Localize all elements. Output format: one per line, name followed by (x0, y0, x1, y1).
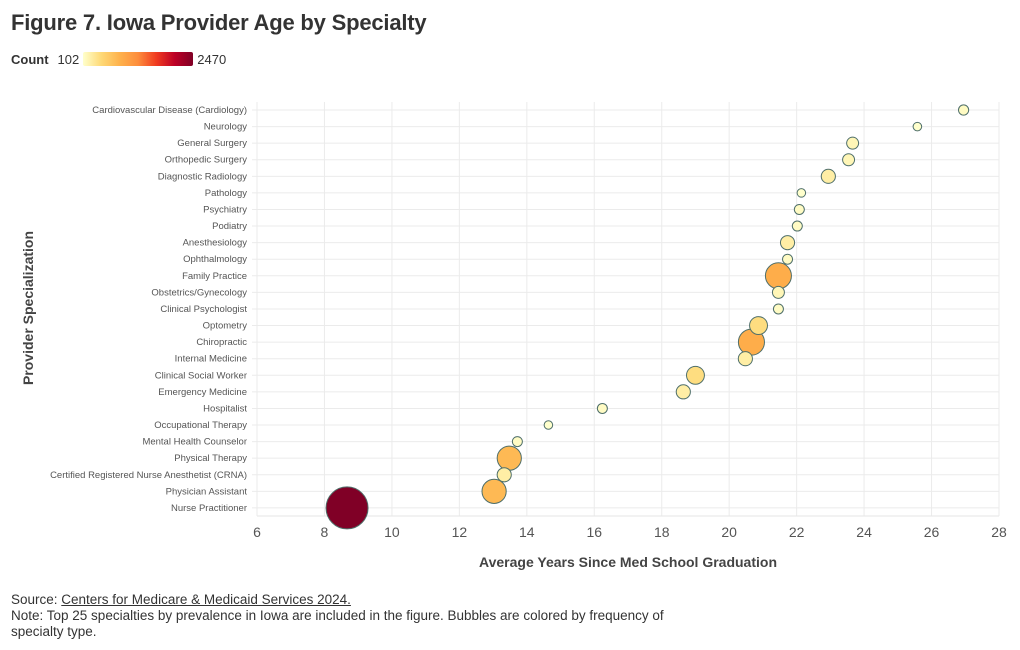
source-prefix: Source: (11, 592, 62, 607)
x-tick-label: 16 (586, 524, 602, 540)
bubble[interactable] (957, 104, 970, 116)
y-tick-label: Optometry (203, 321, 248, 332)
bubble[interactable] (496, 467, 512, 483)
bubble[interactable] (782, 253, 794, 265)
y-tick-label: Obstetrics/Gynecology (151, 287, 247, 298)
y-tick-label: Anesthesiology (183, 238, 248, 249)
x-tick-label: 28 (991, 524, 1007, 540)
y-tick-label: Mental Health Counselor (142, 437, 247, 448)
bubble[interactable] (912, 121, 923, 132)
y-tick-label: General Surgery (177, 138, 247, 149)
bubble[interactable] (325, 486, 369, 530)
x-tick-label: 20 (721, 524, 737, 540)
y-tick-label: Podiatry (212, 221, 247, 232)
note-text: Note: Top 25 specialties by prevalence i… (11, 608, 664, 639)
bubble[interactable] (543, 420, 554, 430)
bubble[interactable] (764, 262, 792, 290)
y-tick-label: Emergency Medicine (158, 387, 247, 398)
x-tick-label: 12 (452, 524, 468, 540)
y-tick-label: Physical Therapy (174, 453, 247, 464)
bubble[interactable] (791, 220, 803, 232)
y-tick-label: Chiropractic (196, 337, 247, 348)
x-tick-label: 8 (321, 524, 329, 540)
y-tick-label: Psychiatry (203, 204, 247, 215)
y-tick-labels: Cardiovascular Disease (Cardiology) Neuro… (50, 105, 247, 514)
bubble[interactable] (685, 365, 705, 385)
bubble[interactable] (481, 478, 507, 504)
y-tick-label: Clinical Psychologist (160, 304, 247, 315)
x-tick-label: 24 (856, 524, 872, 540)
y-tick-label: Clinical Social Worker (155, 370, 247, 381)
source-link[interactable]: Centers for Medicare & Medicaid Services… (61, 592, 351, 607)
y-tick-label: Orthopedic Surgery (165, 155, 248, 166)
bubble[interactable] (772, 303, 784, 315)
x-tick-label: 10 (384, 524, 400, 540)
bubble[interactable] (675, 384, 691, 400)
bubble[interactable] (496, 445, 522, 471)
gridlines (252, 102, 1000, 517)
x-tick-label: 18 (654, 524, 670, 540)
bubble[interactable] (846, 136, 860, 150)
y-tick-label: Physician Assistant (166, 486, 248, 497)
y-tick-label: Internal Medicine (175, 354, 247, 365)
x-tick-label: 22 (789, 524, 805, 540)
x-tick-label: 14 (519, 524, 535, 540)
footer: Source: Centers for Medicare & Medicaid … (11, 592, 691, 640)
y-tick-label: Neurology (204, 122, 248, 133)
bubble[interactable] (749, 316, 768, 336)
bubble[interactable] (793, 203, 805, 215)
bubble[interactable] (737, 351, 753, 367)
bubble[interactable] (820, 168, 836, 184)
bubble-chart: Cardiovascular Disease (Cardiology) Neuro… (50, 102, 1007, 540)
y-tick-label: Certified Registered Nurse Anesthetist (… (50, 470, 247, 481)
bubbles (325, 104, 970, 530)
x-tick-labels: 6 8 10 12 14 16 18 20 22 24 26 28 (253, 524, 1007, 540)
bubble[interactable] (842, 153, 856, 167)
y-tick-label: Hospitalist (203, 403, 247, 414)
y-tick-label: Cardiovascular Disease (Cardiology) (92, 105, 247, 116)
bubble[interactable] (779, 235, 796, 251)
y-tick-label: Occupational Therapy (154, 420, 247, 431)
y-tick-label: Ophthalmology (183, 254, 247, 265)
y-tick-label: Diagnostic Radiology (158, 171, 247, 182)
x-tick-label: 6 (253, 524, 261, 540)
x-tick-label: 26 (924, 524, 940, 540)
bubble[interactable] (796, 188, 807, 198)
y-tick-label: Family Practice (182, 271, 247, 282)
bubble[interactable] (511, 436, 523, 448)
y-tick-label: Nurse Practitioner (171, 503, 247, 514)
y-tick-label: Pathology (205, 188, 248, 199)
bubble[interactable] (596, 402, 608, 414)
bubble[interactable] (771, 285, 785, 299)
source-line: Source: Centers for Medicare & Medicaid … (11, 592, 691, 608)
